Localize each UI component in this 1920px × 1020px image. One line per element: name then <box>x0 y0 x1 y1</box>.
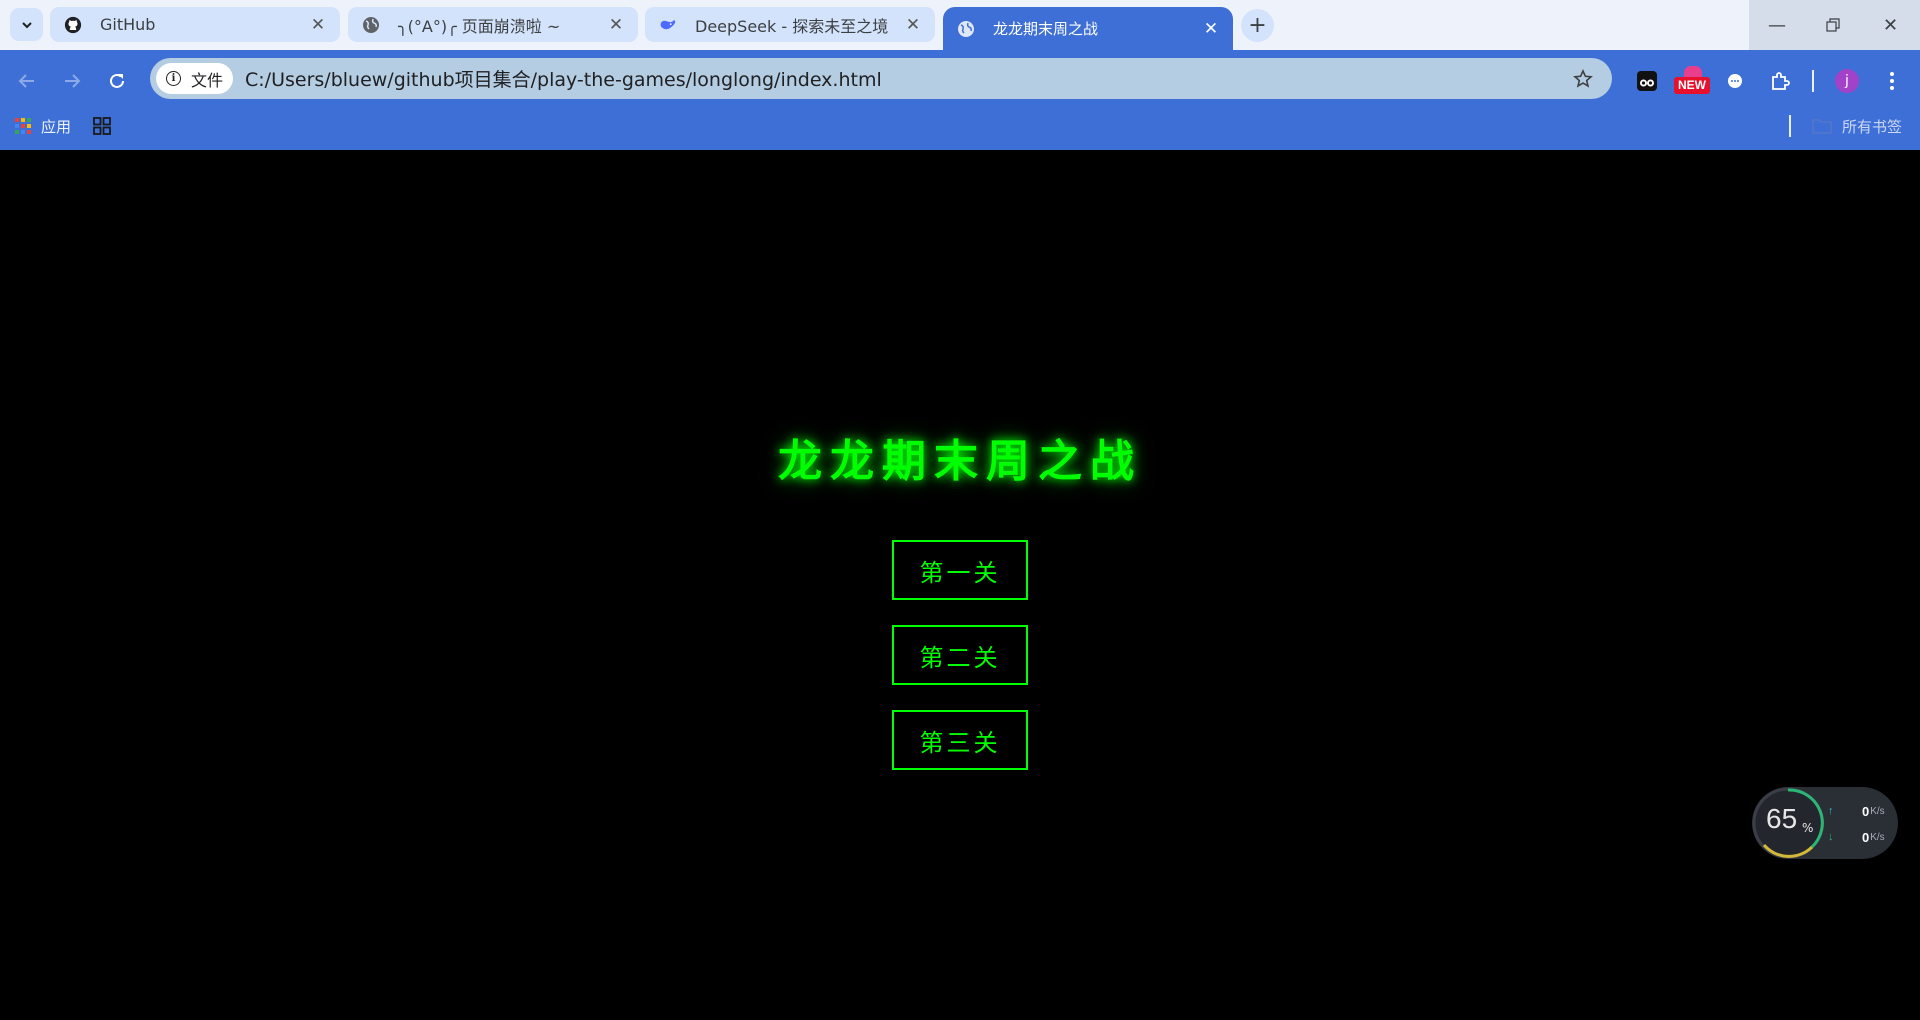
reload-icon <box>110 73 124 88</box>
upload-value: 0 <box>1862 803 1870 819</box>
github-icon <box>64 16 82 34</box>
net-speed-widget[interactable]: 65 % ↑ 0 K/s ↓ 0 K/s <box>1752 787 1898 859</box>
level-2-button[interactable]: 第二关 <box>892 625 1028 685</box>
tab-title: 龙龙期末周之战 <box>993 20 1099 38</box>
close-icon[interactable]: ✕ <box>308 15 328 35</box>
back-button[interactable] <box>10 64 44 98</box>
tab-groups-icon[interactable] <box>93 108 111 144</box>
toolbar-divider <box>1812 70 1814 92</box>
profile-initial: j <box>1835 69 1859 93</box>
apps-grid-icon <box>15 118 31 134</box>
forward-button[interactable] <box>55 64 89 98</box>
level-3-button[interactable]: 第三关 <box>892 710 1028 770</box>
download-arrow-icon: ↓ <box>1828 831 1834 843</box>
site-info-label: 文件 <box>191 70 224 90</box>
cpu-percent: 65 <box>1766 803 1798 834</box>
browser-toolbar: i 文件 C:/Users/bluew/github项目集合/play-the-… <box>0 50 1920 158</box>
minimize-icon: — <box>1768 14 1786 36</box>
new-badge: NEW <box>1674 77 1710 94</box>
restore-button[interactable] <box>1805 0 1861 50</box>
tab-title: ╮(°A°)╭ 页面崩溃啦 ~ <box>398 16 561 36</box>
tab-github[interactable]: GitHub ✕ <box>50 7 340 42</box>
plus-icon: + <box>1248 13 1267 38</box>
close-icon[interactable]: ✕ <box>903 15 923 35</box>
upload-unit: K/s <box>1870 805 1885 817</box>
close-icon: ✕ <box>1882 14 1899 36</box>
tab-deepseek[interactable]: DeepSeek - 探索未至之境 ✕ <box>645 7 935 42</box>
tab-crash-page[interactable]: ╮(°A°)╭ 页面崩溃啦 ~ ✕ <box>348 7 638 42</box>
level-1-button[interactable]: 第一关 <box>892 540 1028 600</box>
folder-icon <box>1812 119 1832 134</box>
extension-eyes-icon[interactable] <box>1630 64 1664 98</box>
arrow-right-icon <box>65 74 81 88</box>
bookmarks-divider <box>1789 115 1791 137</box>
deepseek-whale-icon <box>659 16 677 34</box>
game-page: 龙龙期末周之战 第一关 第二关 第三关 <box>0 150 1920 1020</box>
menu-kebab-icon[interactable] <box>1875 64 1909 98</box>
new-tab-button[interactable]: + <box>1241 9 1274 42</box>
reload-button[interactable] <box>100 64 134 98</box>
info-icon: i <box>166 71 181 86</box>
address-bar[interactable]: i 文件 C:/Users/bluew/github项目集合/play-the-… <box>150 58 1612 99</box>
tab-title: DeepSeek - 探索未至之境 <box>695 16 889 36</box>
percent-sign: % <box>1802 821 1814 835</box>
restore-icon <box>1826 18 1840 32</box>
tab-strip: GitHub ✕ ╮(°A°)╭ 页面崩溃啦 ~ ✕ DeepSeek - 探索… <box>0 0 1920 50</box>
url-text[interactable]: C:/Users/bluew/github项目集合/play-the-games… <box>245 65 1566 92</box>
all-bookmarks-label: 所有书签 <box>1842 117 1903 136</box>
site-info-chip[interactable]: i 文件 <box>156 63 234 94</box>
arrow-left-icon <box>18 74 34 88</box>
chevron-down-icon <box>21 21 32 28</box>
extensions-puzzle-icon[interactable] <box>1763 64 1797 98</box>
close-icon[interactable]: ✕ <box>1201 19 1221 39</box>
profile-avatar[interactable]: j <box>1830 64 1864 98</box>
extension-chat-icon[interactable] <box>1718 64 1752 98</box>
tab-search-button[interactable] <box>10 8 43 41</box>
extension-new-badge-icon[interactable]: NEW <box>1672 64 1712 98</box>
download-value: 0 <box>1862 829 1870 845</box>
globe-icon <box>362 16 380 34</box>
all-bookmarks[interactable]: 所有书签 <box>1812 108 1902 144</box>
download-speed: ↓ 0 K/s <box>1828 828 1892 846</box>
download-unit: K/s <box>1870 831 1885 843</box>
upload-speed: ↑ 0 K/s <box>1828 802 1892 820</box>
game-title: 龙龙期末周之战 <box>778 436 1142 487</box>
upload-arrow-icon: ↑ <box>1828 805 1834 817</box>
tab-title: GitHub <box>100 15 156 34</box>
close-window-button[interactable]: ✕ <box>1861 0 1920 50</box>
bookmark-star-icon[interactable] <box>1566 62 1600 96</box>
minimize-button[interactable]: — <box>1749 0 1805 50</box>
close-icon[interactable]: ✕ <box>606 15 626 35</box>
bookmark-apps[interactable]: 应用 <box>14 108 71 144</box>
tab-game-active[interactable]: 龙龙期末周之战 ✕ <box>943 7 1233 50</box>
globe-icon <box>957 20 975 38</box>
bookmark-apps-label: 应用 <box>41 117 72 136</box>
bookmarks-bar: 应用 所有书签 <box>0 108 1920 156</box>
